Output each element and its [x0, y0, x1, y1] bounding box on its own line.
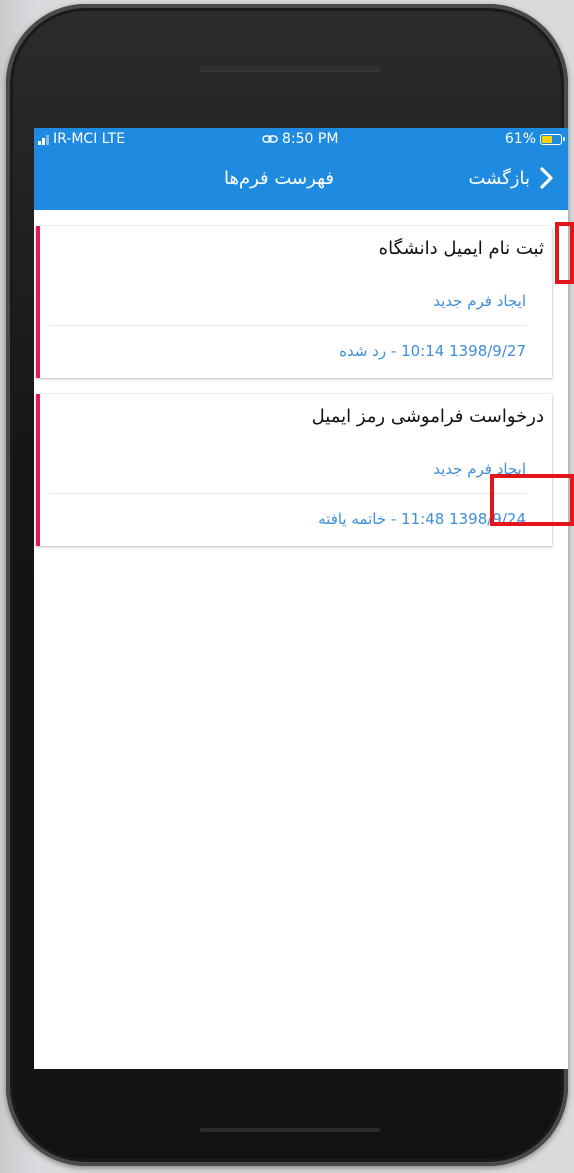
form-card[interactable]: ثبت نام ایمیل دانشگاه ایجاد فرم جدید 139… — [36, 226, 552, 378]
chevron-right-icon — [540, 167, 553, 189]
carrier-label: IR-MCI LTE — [53, 131, 126, 147]
status-battery: 61% — [504, 131, 565, 147]
form-card[interactable]: درخواست فراموشی رمز ایمیل ایجاد فرم جدید… — [36, 394, 552, 546]
page-title: فهرست فرم‌ها — [224, 168, 334, 189]
link-icon — [262, 135, 278, 143]
highlight-marker — [490, 474, 574, 526]
signal-icon — [38, 133, 49, 145]
navigation-bar: فهرست فرم‌ها بازگشت — [34, 152, 568, 210]
clock-label: 8:50 PM — [282, 131, 339, 147]
status-bar: IR-MCI LTE 8:50 PM 61% — [34, 128, 568, 152]
battery-percent: 61% — [504, 131, 536, 147]
form-status-link[interactable]: 1398/9/27 10:14 - رد شده — [339, 342, 526, 360]
status-time: 8:50 PM — [262, 131, 338, 147]
highlight-marker — [555, 222, 574, 284]
new-form-link[interactable]: ایجاد فرم جدید — [433, 292, 526, 310]
battery-fill — [542, 135, 552, 143]
phone-frame: IR-MCI LTE 8:50 PM 61% فهرست فرم‌ها باز — [6, 4, 568, 1166]
status-carrier: IR-MCI LTE — [38, 131, 125, 147]
app-screen: IR-MCI LTE 8:50 PM 61% فهرست فرم‌ها باز — [34, 128, 568, 1069]
card-divider — [50, 325, 526, 326]
back-label: بازگشت — [468, 167, 531, 189]
form-title: ثبت نام ایمیل دانشگاه — [378, 238, 544, 259]
form-title: درخواست فراموشی رمز ایمیل — [311, 406, 544, 427]
home-indicator — [200, 1128, 380, 1132]
earpiece-speaker — [200, 66, 380, 71]
back-button[interactable]: بازگشت — [469, 166, 559, 190]
card-divider — [50, 493, 526, 494]
battery-icon — [540, 133, 565, 145]
